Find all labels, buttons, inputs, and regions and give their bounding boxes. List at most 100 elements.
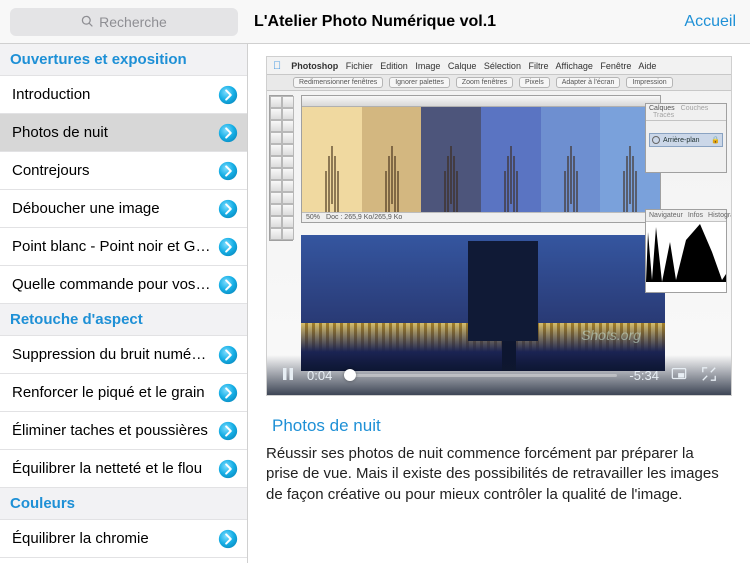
time-elapsed: 0:04 — [307, 368, 332, 383]
ps-tool — [270, 204, 282, 216]
ps-option-chip: Adapter à l'écran — [556, 77, 621, 88]
search-wrap: Recherche — [0, 1, 248, 43]
ps-navigator-panel: NavigateurInfosHistogramme — [645, 209, 727, 293]
ps-menu-item: Sélection — [484, 61, 521, 71]
ps-menu-item: Edition — [380, 61, 408, 71]
ps-tool — [270, 96, 282, 108]
chevron-right-icon — [217, 236, 239, 258]
content-pane:  Photoshop Fichier Edition Image Calque… — [248, 44, 750, 563]
ps-menu-item: Aide — [638, 61, 656, 71]
apple-logo-icon:  — [273, 60, 281, 72]
sidebar-item[interactable]: Renforcer le piqué et le grain — [0, 374, 247, 412]
sidebar-item[interactable]: Quelle commande pour vos réglages — [0, 266, 247, 304]
ps-tool — [282, 180, 294, 192]
header: Recherche L'Atelier Photo Numérique vol.… — [0, 0, 750, 44]
chevron-right-icon — [217, 122, 239, 144]
sidebar-item-label: Quelle commande pour vos réglages — [12, 276, 217, 293]
sidebar-item-label: Suppression du bruit numérique — [12, 346, 217, 363]
ps-tool — [270, 132, 282, 144]
ps-option-chip: Impression — [626, 77, 672, 88]
ps-layers-panel: Calques Couches Tracés Arrière-plan 🔒 — [645, 103, 727, 173]
ps-thumb — [302, 107, 362, 212]
sidebar-item-label: Éliminer taches et poussières — [12, 422, 217, 439]
ps-thumb — [362, 107, 422, 212]
video-frame[interactable]:  Photoshop Fichier Edition Image Calque… — [266, 56, 732, 396]
sidebar-item-label: Déboucher une image — [12, 200, 217, 217]
chevron-right-icon — [217, 160, 239, 182]
ps-hero-image — [301, 235, 665, 371]
sidebar-section-header: Retouche d'aspect — [0, 304, 247, 336]
ps-tool — [282, 96, 294, 108]
sidebar-item-label: Renforcer le piqué et le grain — [12, 384, 217, 401]
ps-tool — [282, 216, 294, 228]
search-input[interactable]: Recherche — [10, 8, 238, 36]
ps-toolbox — [269, 95, 293, 241]
sidebar-item[interactable]: Point blanc - Point noir et Gamma — [0, 228, 247, 266]
ps-doc-zoom: 50% — [306, 214, 320, 221]
ps-tool — [270, 192, 282, 204]
ps-menu-bar:  Photoshop Fichier Edition Image Calque… — [267, 57, 731, 75]
search-placeholder: Recherche — [99, 14, 167, 30]
home-link[interactable]: Accueil — [684, 13, 736, 31]
ps-thumb — [541, 107, 601, 212]
ps-tool — [270, 168, 282, 180]
chevron-right-icon — [217, 198, 239, 220]
sidebar-item[interactable]: Équilibrer la chromie — [0, 520, 247, 558]
ps-document-window: 50% Doc : 265,9 Ko/265,9 Ko — [301, 95, 661, 223]
pip-button[interactable] — [671, 366, 687, 385]
sidebar-item[interactable]: Photos de nuit — [0, 114, 247, 152]
sidebar-item[interactable]: Suppression du bruit numérique — [0, 336, 247, 374]
ps-thumb — [481, 107, 541, 212]
sidebar-item-label: Point blanc - Point noir et Gamma — [12, 238, 217, 255]
ps-option-chip: Zoom fenêtres — [456, 77, 513, 88]
sidebar-item[interactable]: Éliminer taches et poussières — [0, 412, 247, 450]
sidebar-item-label: Introduction — [12, 86, 217, 103]
ps-tool — [282, 204, 294, 216]
ps-tool — [270, 144, 282, 156]
sidebar-item[interactable]: Équilibrer la netteté et le flou — [0, 450, 247, 488]
ps-tool — [282, 156, 294, 168]
ps-options-bar: Redimensionner fenêtresIgnorer palettesZ… — [267, 75, 731, 91]
sidebar-item[interactable]: Introduction — [0, 76, 247, 114]
video-watermark: Shots.org — [581, 327, 641, 343]
sidebar-item[interactable]: Contrejours — [0, 152, 247, 190]
ps-thumb — [421, 107, 481, 212]
chevron-right-icon — [217, 382, 239, 404]
sidebar-section-header: Couleurs — [0, 488, 247, 520]
ps-tool — [270, 156, 282, 168]
chevron-right-icon — [217, 528, 239, 550]
video-controls: 0:04 -5:34 — [267, 355, 731, 395]
ps-tool — [270, 180, 282, 192]
ps-tool — [270, 108, 282, 120]
ps-tool — [282, 120, 294, 132]
ps-tool — [270, 216, 282, 228]
ps-tool — [282, 228, 294, 240]
ps-menu-item: Filtre — [528, 61, 548, 71]
sidebar: Ouvertures et exposition Introduction Phot… — [0, 44, 248, 563]
video-scrubber[interactable] — [344, 374, 617, 377]
chevron-right-icon — [217, 274, 239, 296]
sidebar-item-label: Équilibrer la netteté et le flou — [12, 460, 217, 477]
ps-menu-item: Fichier — [346, 61, 373, 71]
chevron-right-icon — [217, 458, 239, 480]
ps-doc-info: Doc : 265,9 Ko/265,9 Ko — [326, 214, 402, 221]
sidebar-item-label: Contrejours — [12, 162, 217, 179]
ps-menu-item: Photoshop — [291, 61, 338, 71]
ps-tool — [270, 120, 282, 132]
ps-tool — [282, 192, 294, 204]
chevron-right-icon — [217, 344, 239, 366]
lesson-title: Photos de nuit — [272, 416, 732, 436]
sidebar-item[interactable]: Déboucher une image — [0, 190, 247, 228]
ps-tool — [282, 168, 294, 180]
sidebar-item[interactable]: Éliminer une dominante — [0, 558, 247, 563]
ps-option-chip: Redimensionner fenêtres — [293, 77, 383, 88]
chevron-right-icon — [217, 420, 239, 442]
pause-button[interactable] — [281, 367, 295, 384]
sidebar-item-label: Équilibrer la chromie — [12, 530, 217, 547]
chevron-right-icon — [217, 84, 239, 106]
ps-menu-item: Calque — [448, 61, 477, 71]
sidebar-section-header: Ouvertures et exposition — [0, 44, 247, 76]
time-remaining: -5:34 — [629, 368, 659, 383]
fullscreen-button[interactable] — [701, 366, 717, 385]
lock-icon: 🔒 — [711, 136, 720, 144]
